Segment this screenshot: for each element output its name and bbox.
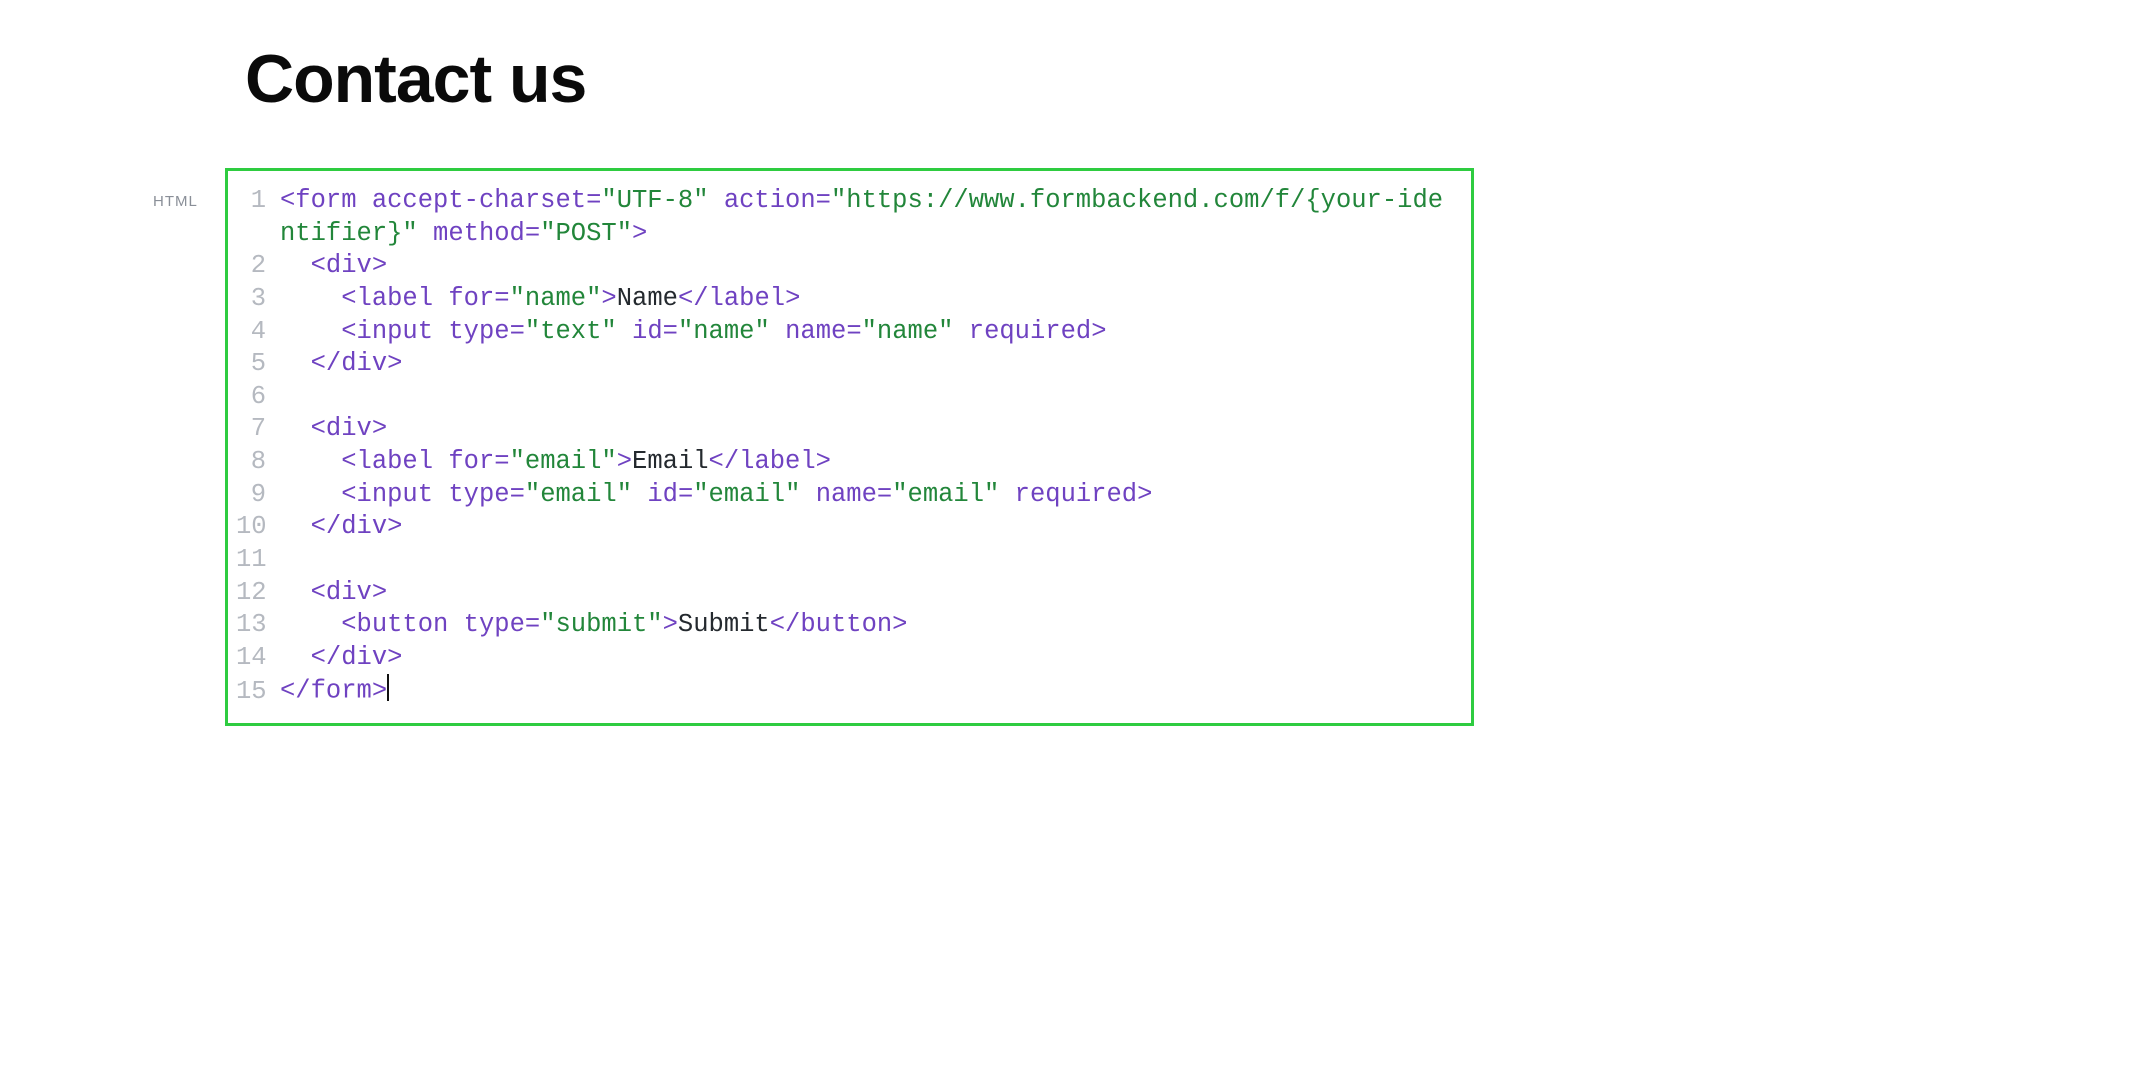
line-number: 8 [236, 446, 280, 479]
code-content: <div> [280, 577, 1457, 610]
page-title: Contact us [245, 40, 2146, 118]
line-number: 3 [236, 283, 280, 316]
page: Contact us HTML 1<form accept-charset="U… [0, 0, 2146, 786]
code-line: 12 <div> [236, 577, 1457, 610]
code-line: 3 <label for="name">Name</label> [236, 283, 1457, 316]
code-line: 11 [236, 544, 1457, 577]
code-line: 5 </div> [236, 348, 1457, 381]
code-content: <button type="submit">Submit</button> [280, 609, 1457, 642]
code-line: 6 [236, 381, 1457, 414]
code-line: 9 <input type="email" id="email" name="e… [236, 479, 1457, 512]
code-line: 14 </div> [236, 642, 1457, 675]
code-content: <form accept-charset="UTF-8" action="htt… [280, 185, 1457, 250]
code-content: <input type="text" id="name" name="name"… [280, 316, 1457, 349]
code-line: 8 <label for="email">Email</label> [236, 446, 1457, 479]
line-number: 6 [236, 381, 280, 414]
code-content: </form> [280, 674, 1457, 708]
line-number: 9 [236, 479, 280, 512]
language-label: HTML [153, 193, 198, 210]
code-content: <input type="email" id="email" name="ema… [280, 479, 1457, 512]
code-content: </div> [280, 348, 1457, 381]
code-content: </div> [280, 642, 1457, 675]
line-number: 1 [236, 185, 280, 218]
line-number: 14 [236, 642, 280, 675]
code-content: <div> [280, 250, 1457, 283]
line-number: 12 [236, 577, 280, 610]
code-line: 13 <button type="submit">Submit</button> [236, 609, 1457, 642]
line-number: 4 [236, 316, 280, 349]
code-block[interactable]: 1<form accept-charset="UTF-8" action="ht… [225, 168, 1474, 726]
code-line: 2 <div> [236, 250, 1457, 283]
code-line: 7 <div> [236, 413, 1457, 446]
code-block-wrapper: HTML 1<form accept-charset="UTF-8" actio… [225, 168, 1474, 726]
code-content: <div> [280, 413, 1457, 446]
line-number: 2 [236, 250, 280, 283]
line-number: 11 [236, 544, 280, 577]
line-number: 5 [236, 348, 280, 381]
line-number: 10 [236, 511, 280, 544]
code-content: <label for="email">Email</label> [280, 446, 1457, 479]
code-content: <label for="name">Name</label> [280, 283, 1457, 316]
code-line: 15</form> [236, 674, 1457, 708]
line-number: 7 [236, 413, 280, 446]
code-line: 10 </div> [236, 511, 1457, 544]
code-line: 4 <input type="text" id="name" name="nam… [236, 316, 1457, 349]
line-number: 15 [236, 676, 280, 709]
code-content: </div> [280, 511, 1457, 544]
line-number: 13 [236, 609, 280, 642]
code-line: 1<form accept-charset="UTF-8" action="ht… [236, 185, 1457, 250]
text-cursor [387, 674, 389, 701]
